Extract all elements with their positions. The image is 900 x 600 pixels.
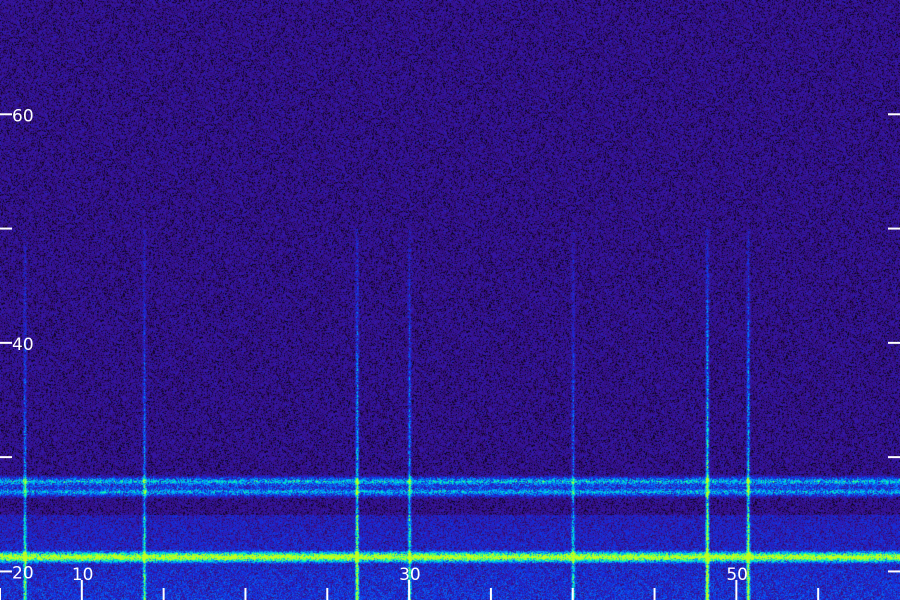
y-tick-label: 20 <box>12 563 34 583</box>
spectrogram-heatmap <box>0 0 900 600</box>
x-tick-label: 30 <box>399 565 421 585</box>
y-tick-label: 40 <box>12 335 34 355</box>
spectrogram-chart: 10 30 50 20 40 60 <box>0 0 900 600</box>
x-tick-label: 50 <box>726 565 748 585</box>
x-tick-label: 10 <box>72 565 94 585</box>
y-tick-label: 60 <box>12 106 34 126</box>
